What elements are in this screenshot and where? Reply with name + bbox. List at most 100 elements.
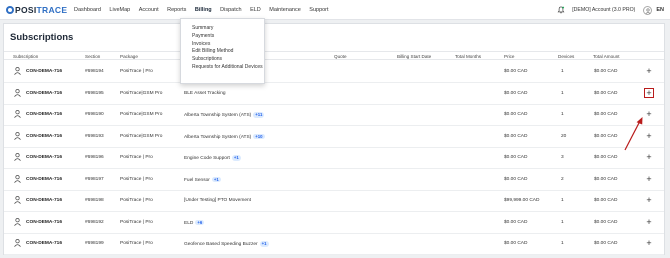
table-row[interactable]: CON-DEMA-716 #698196 PosiTrace | Pro Engine… — [4, 147, 664, 169]
menu-item-invoices[interactable]: Invoices — [181, 41, 264, 49]
menu-item-additional-devices[interactable]: Requests for Additional Devices — [181, 64, 264, 72]
nav-reports[interactable]: Reports — [167, 0, 186, 20]
total-amount-cell: $0.00 CAD — [594, 90, 618, 96]
user-icon — [14, 196, 21, 204]
devices-cell: 1 — [561, 241, 564, 246]
total-amount-cell: $0.00 CAD — [594, 219, 618, 225]
addon-cell: Alberta Township System (ATS) +11 — [184, 112, 265, 119]
col-total-amount: Total Amount — [593, 54, 620, 59]
account-selector[interactable]: [DEMO] Account (3.0 PRO) — [572, 7, 635, 13]
subscription-id[interactable]: CON-DEMA-716 — [26, 155, 62, 161]
price-cell: $0.00 CAD — [504, 155, 528, 160]
user-icon — [14, 217, 21, 226]
devices-cell: 1 — [561, 112, 564, 117]
menu-item-edit-billing-method[interactable]: Edit Billing Method — [181, 48, 264, 56]
addon-name: Alberta Township System (ATS) — [184, 113, 252, 119]
addon-cell: ELD +6 — [184, 219, 205, 227]
table-row[interactable]: CON-DEMA-716 #698194 PosiTrace | Pro $0.00 … — [4, 61, 664, 83]
table-row[interactable]: CON-DEMA-716 #698190 PosiTrace|GSM Pro Albe… — [4, 104, 664, 126]
section-id: #698198 — [85, 198, 104, 203]
addon-count-badge[interactable]: +1 — [231, 155, 241, 161]
nav-eld[interactable]: ELD — [250, 0, 261, 20]
brand-logo[interactable]: POSITRACE — [6, 4, 67, 16]
expand-row-button[interactable]: + — [644, 238, 654, 248]
bell-icon[interactable] — [557, 6, 565, 14]
total-amount-cell: $0.00 CAD — [594, 198, 618, 203]
nav-billing[interactable]: Billing — [195, 0, 212, 20]
addon-name: [Under Testing] PTO Movement — [184, 198, 252, 203]
expand-row-button[interactable]: + — [644, 66, 654, 76]
package-name: PosiTrace | Pro — [120, 176, 153, 182]
table-row[interactable]: CON-DEMA-716 #698197 PosiTrace | Pro Fuel S… — [4, 169, 664, 191]
price-cell: $0.00 CAD — [504, 219, 528, 225]
nav-dashboard[interactable]: Dashboard — [74, 0, 101, 20]
expand-row-button[interactable]: + — [644, 131, 654, 141]
nav-dispatch[interactable]: Dispatch — [220, 0, 241, 20]
nav-support[interactable]: Support — [309, 0, 328, 20]
user-icon — [14, 110, 21, 118]
user-avatar[interactable] — [643, 5, 653, 15]
nav-maintenance[interactable]: Maintenance — [269, 0, 301, 20]
expand-row-button[interactable]: + — [644, 152, 654, 162]
subscription-id[interactable]: CON-DEMA-716 — [26, 69, 62, 75]
subscription-id[interactable]: CON-DEMA-716 — [26, 134, 62, 140]
topbar-right: [DEMO] Account (3.0 PRO) EN — [557, 0, 664, 20]
language-selector[interactable]: EN — [656, 7, 664, 13]
user-icon — [14, 239, 21, 247]
addon-name: ELD — [184, 220, 194, 226]
expand-row-button[interactable]: + — [644, 217, 654, 227]
expand-row-button[interactable]: + — [644, 195, 654, 205]
price-cell: $0.00 CAD — [504, 176, 528, 182]
subscription-id[interactable]: CON-DEMA-716 — [26, 241, 62, 247]
expand-row-button[interactable]: + — [644, 174, 654, 184]
expand-row-button[interactable]: + — [644, 87, 654, 98]
section-id: #698193 — [85, 133, 104, 139]
addon-cell: Geofence Based Speeding Buzzer +1 — [184, 241, 269, 248]
subscription-id[interactable]: CON-DEMA-716 — [26, 198, 62, 204]
subscription-id[interactable]: CON-DEMA-716 — [26, 177, 62, 183]
price-cell: $0.00 CAD — [504, 90, 528, 96]
section-id: #698196 — [85, 155, 104, 160]
menu-item-subscriptions[interactable]: Subscriptions — [181, 56, 264, 64]
subscription-id[interactable]: CON-DEMA-716 — [26, 112, 62, 118]
devices-cell: 20 — [561, 133, 567, 139]
nav-account[interactable]: Account — [139, 0, 159, 20]
addon-name: Alberta Township System (ATS) — [184, 134, 252, 140]
devices-cell: 1 — [561, 69, 564, 74]
user-icon — [14, 174, 21, 183]
addon-cell: [Under Testing] PTO Movement — [184, 198, 251, 204]
table-row[interactable]: CON-DEMA-716 #698193 PosiTrace|GSM Pro Albe… — [4, 126, 664, 148]
addon-count-badge[interactable]: +1 — [259, 241, 269, 247]
col-package: Package — [120, 54, 138, 59]
addon-count-badge[interactable]: +1 — [211, 176, 221, 182]
package-name: PosiTrace | Pro — [120, 198, 153, 203]
addon-cell: Engine Code Support +1 — [184, 155, 241, 162]
section-id: #698199 — [85, 241, 104, 246]
price-cell: $0.00 CAD — [504, 69, 528, 74]
addon-name: Geofence Based Speeding Buzzer — [184, 242, 258, 248]
price-cell: $0.00 CAD — [504, 241, 528, 246]
col-total-months: Total Months — [455, 54, 482, 59]
addon-count-badge[interactable]: +11 — [253, 112, 265, 118]
table-row[interactable]: CON-DEMA-716 #698195 PosiTrace|GSM Pro BLE … — [4, 83, 664, 105]
section-id: #698195 — [85, 90, 104, 96]
user-icon — [645, 7, 651, 14]
menu-item-payments[interactable]: Payments — [181, 33, 264, 41]
addon-count-badge[interactable]: +6 — [195, 219, 205, 225]
price-cell: $99,999.00 CAD — [504, 198, 540, 203]
subscription-id[interactable]: CON-DEMA-716 — [26, 91, 62, 97]
devices-cell: 2 — [561, 176, 564, 182]
table-row[interactable]: CON-DEMA-716 #698192 PosiTrace | Pro ELD +6 $… — [4, 212, 664, 234]
addon-count-badge[interactable]: +10 — [253, 133, 265, 139]
subscription-id[interactable]: CON-DEMA-716 — [26, 220, 62, 226]
col-subscription: Subscription — [13, 54, 39, 59]
table-row[interactable]: CON-DEMA-716 #698198 PosiTrace | Pro [Under… — [4, 190, 664, 212]
package-name: PosiTrace | Pro — [120, 241, 153, 246]
menu-item-summary[interactable]: Summary — [181, 25, 264, 33]
nav-livemap[interactable]: LiveMap — [109, 0, 130, 20]
top-navbar: POSITRACE Dashboard LiveMap Account Repo… — [0, 0, 670, 20]
expand-row-button[interactable]: + — [644, 109, 654, 119]
table-row[interactable]: CON-DEMA-716 #698199 PosiTrace | Pro Geofen… — [4, 233, 664, 255]
user-icon — [14, 131, 21, 140]
total-amount-cell: $0.00 CAD — [594, 133, 618, 139]
